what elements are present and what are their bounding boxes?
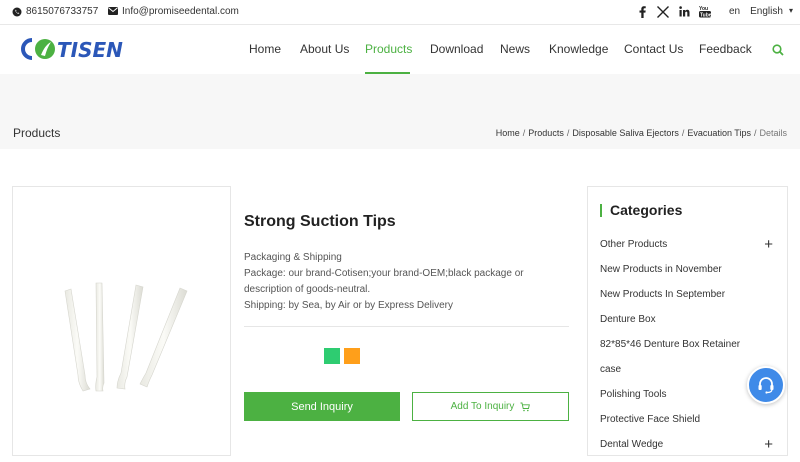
categories-sidebar: Categories Other Products + New Products … <box>587 186 788 456</box>
category-label: New Products in November <box>600 264 722 275</box>
suction-tips-image <box>64 282 188 392</box>
category-label: Dental Wedge <box>600 439 664 450</box>
nav-about-us[interactable]: About Us <box>300 42 349 56</box>
page-banner: Products Home / Products / Disposable Saliva… <box>0 74 800 149</box>
email-address: Info@promiseedental.com <box>122 6 239 17</box>
svg-text:Tube: Tube <box>700 12 711 18</box>
product-description: Packaging & Shipping Package: our brand-… <box>244 250 569 314</box>
category-item[interactable]: 82*85*46 Denture Box Retainer <box>600 332 775 357</box>
facebook-icon[interactable] <box>636 5 648 18</box>
language-label: English <box>750 6 783 17</box>
nav-contact-us[interactable]: Contact Us <box>624 42 683 56</box>
breadcrumb-home[interactable]: Home <box>496 128 520 138</box>
linkedin-icon[interactable] <box>678 5 690 18</box>
search-icon[interactable] <box>772 43 784 56</box>
breadcrumb: Home / Products / Disposable Saliva Ejectors… <box>495 128 787 138</box>
language-selector[interactable]: en English ▾ <box>729 6 793 17</box>
category-label: Other Products <box>600 239 668 250</box>
youtube-icon[interactable]: You Tube <box>699 5 711 18</box>
x-icon[interactable] <box>657 5 669 18</box>
product-title: Strong Suction Tips <box>244 213 396 230</box>
language-code: en <box>729 6 741 17</box>
logo[interactable]: TISEN <box>18 35 130 63</box>
chevron-down-icon: ▾ <box>788 6 793 15</box>
categories-title: Categories <box>610 202 683 218</box>
breadcrumb-saliva-ejectors[interactable]: Disposable Saliva Ejectors <box>572 128 679 138</box>
category-item[interactable]: Denture Box <box>600 307 775 332</box>
category-item[interactable]: Dental Wedge + <box>600 432 775 457</box>
top-bar: 8615076733757 Info@promiseedental.com Yo… <box>0 0 800 25</box>
categories-heading: Categories <box>600 202 682 218</box>
breadcrumb-details: Details <box>759 128 787 138</box>
cart-icon <box>520 402 531 412</box>
desc-line: Packaging & Shipping <box>244 252 342 263</box>
whatsapp-icon <box>12 7 22 17</box>
category-label: New Products In September <box>600 289 726 300</box>
heading-accent-bar <box>600 203 602 217</box>
category-label: 82*85*46 Denture Box Retainer <box>600 339 741 350</box>
category-label: Polishing Tools <box>600 389 667 400</box>
breadcrumb-products[interactable]: Products <box>528 128 564 138</box>
mail-icon <box>108 6 118 17</box>
nav-home[interactable]: Home <box>249 42 281 56</box>
color-swatch-green[interactable] <box>324 348 340 364</box>
page-title: Products <box>13 126 61 140</box>
nav-feedback[interactable]: Feedback <box>699 42 752 56</box>
category-label: case <box>600 364 622 375</box>
add-to-inquiry-button[interactable]: Add To Inquiry <box>412 392 569 421</box>
email-contact[interactable]: Info@promiseedental.com <box>108 6 239 17</box>
desc-line: Package: our brand-Cotisen;your brand-OE… <box>244 268 524 295</box>
product-image[interactable] <box>12 186 231 456</box>
category-item[interactable]: Protective Face Shield <box>600 407 775 432</box>
category-list: Other Products + New Products in November… <box>600 232 775 457</box>
nav-products[interactable]: Products <box>365 42 412 56</box>
send-inquiry-button[interactable]: Send Inquiry <box>244 392 400 421</box>
phone-number: 8615076733757 <box>26 6 99 17</box>
plus-icon[interactable]: + <box>764 432 773 457</box>
add-to-inquiry-label: Add To Inquiry <box>450 401 515 412</box>
divider <box>244 326 569 327</box>
nav-knowledge[interactable]: Knowledge <box>549 42 608 56</box>
chat-support-button[interactable] <box>747 366 785 404</box>
logo-mark: TISEN <box>21 38 123 62</box>
site-header: TISEN Home About Us Products Download Ne… <box>0 25 800 74</box>
breadcrumb-evacuation-tips[interactable]: Evacuation Tips <box>687 128 751 138</box>
category-label: Denture Box <box>600 314 656 325</box>
phone-contact[interactable]: 8615076733757 <box>12 6 98 17</box>
nav-download[interactable]: Download <box>430 42 483 56</box>
svg-text:TISEN: TISEN <box>57 38 123 62</box>
headset-icon <box>758 377 774 394</box>
desc-line: Shipping: by Sea, by Air or by Express D… <box>244 300 453 311</box>
category-label: Protective Face Shield <box>600 414 701 425</box>
category-item[interactable]: New Products in November <box>600 257 775 282</box>
plus-icon[interactable]: + <box>764 232 773 257</box>
social-links: You Tube <box>636 5 720 18</box>
category-item[interactable]: Other Products + <box>600 232 775 257</box>
category-item[interactable]: New Products In September <box>600 282 775 307</box>
color-swatch-orange[interactable] <box>344 348 360 364</box>
nav-news[interactable]: News <box>500 42 530 56</box>
